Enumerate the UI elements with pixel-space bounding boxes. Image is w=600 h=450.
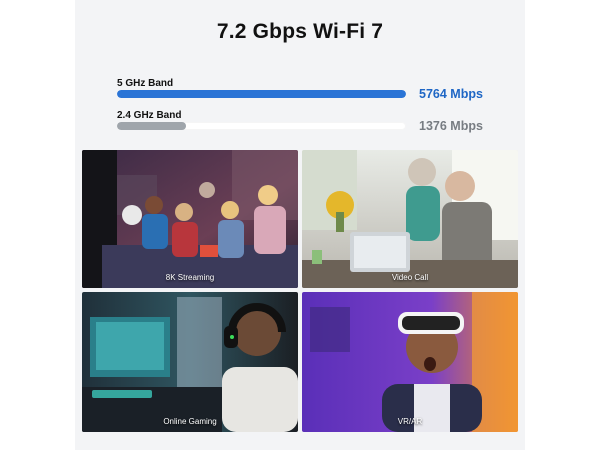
speed-bar-fill-24ghz xyxy=(117,122,187,130)
family-watching-tv-image xyxy=(82,150,298,288)
speed-bar-fill-5ghz xyxy=(117,90,406,98)
speed-value-5ghz: 5764 Mbps xyxy=(419,87,483,101)
caption-video-call: Video Call xyxy=(391,273,429,282)
caption-8k-streaming: 8K Streaming xyxy=(165,273,215,282)
tile-vr-ar: VR/AR xyxy=(302,292,518,432)
tile-8k-streaming: 8K Streaming xyxy=(82,150,298,288)
page-title: 7.2 Gbps Wi-Fi 7 xyxy=(216,20,384,43)
caption-online-gaming: Online Gaming xyxy=(163,417,217,426)
use-case-grid: 8K Streaming Video Call Online Gaming VR… xyxy=(82,150,518,432)
speed-value-24ghz: 1376 Mbps xyxy=(419,119,483,133)
product-feature-panel: 7.2 Gbps Wi-Fi 7 5 GHz Band 5764 Mbps 2.… xyxy=(75,0,525,450)
speed-bar-5ghz xyxy=(117,90,406,98)
band-label-5ghz: 5 GHz Band xyxy=(117,78,174,89)
seniors-video-call-image xyxy=(302,150,518,288)
band-label-24ghz: 2.4 GHz Band xyxy=(117,110,182,121)
caption-vr-ar: VR/AR xyxy=(397,417,423,426)
speed-bar-24ghz xyxy=(117,122,406,130)
tile-video-call: Video Call xyxy=(302,150,518,288)
gamer-headset-image xyxy=(82,292,298,432)
vr-headset-image xyxy=(302,292,518,432)
tile-online-gaming: Online Gaming xyxy=(82,292,298,432)
